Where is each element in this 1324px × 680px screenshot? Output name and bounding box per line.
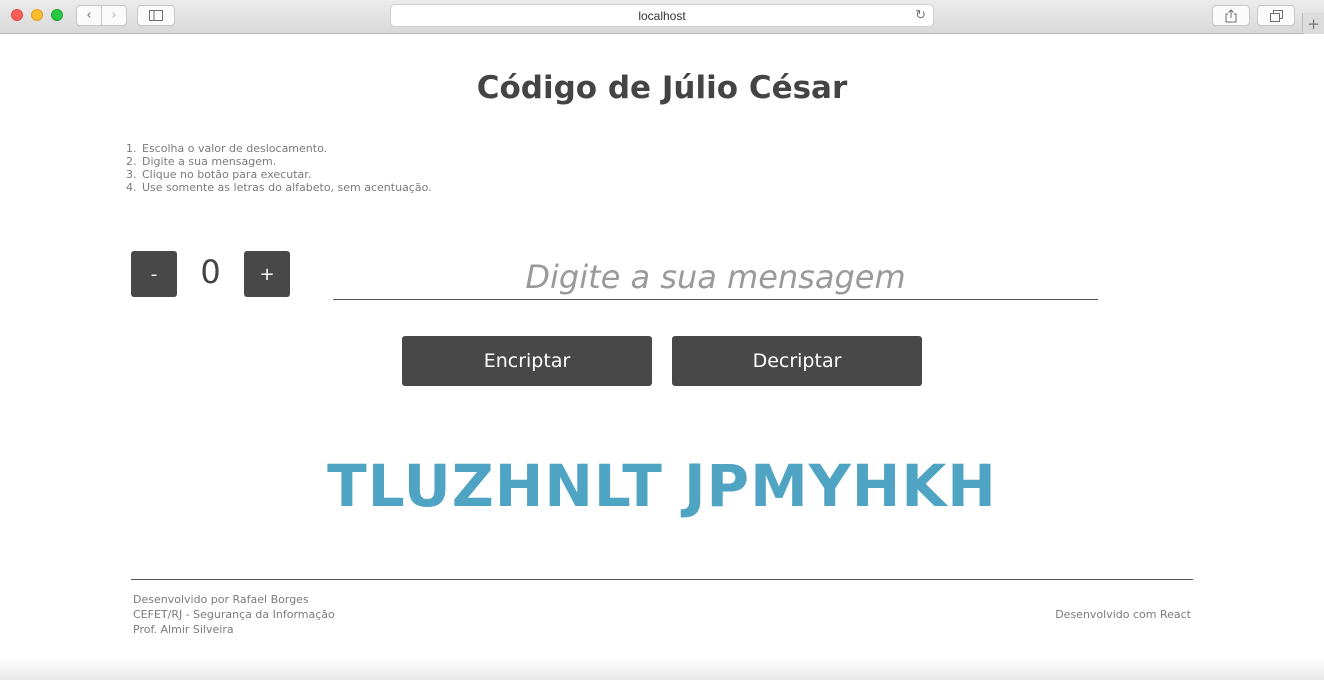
url-text: localhost [638,8,686,23]
share-icon [1225,8,1237,22]
sidebar-toggle-button[interactable] [137,5,175,26]
sidebar-icon [149,10,163,21]
increment-shift-button[interactable]: + [244,251,290,297]
chevron-left-icon: ‹ [86,8,92,23]
footer-tech: Desenvolvido com React [1055,608,1191,621]
share-button[interactable] [1212,5,1250,26]
instruction-item: 4. Use somente as letras do alfabeto, sem… [126,181,432,194]
browser-toolbar: ‹ › localhost ↻ + [0,0,1324,34]
instruction-item: 1. Escolha o valor de deslocamento. [126,142,328,155]
message-input[interactable] [333,254,1098,300]
window-minimize-button[interactable] [31,9,43,21]
shift-value: 0 [200,253,221,291]
instruction-item: 3. Clique no botão para executar. [126,168,312,181]
address-bar[interactable]: localhost ↻ [390,4,934,27]
cipher-result: TLUZHNLT JPMYHKH [327,452,997,520]
footer-credits: Desenvolvido por Rafael Borges CEFET/RJ … [133,592,335,637]
encrypt-button[interactable]: Encriptar [402,336,652,386]
footer-institution: CEFET/RJ - Segurança da Informação [133,608,335,621]
page-title: Código de Júlio César [476,70,848,106]
show-tabs-button[interactable] [1257,5,1295,26]
instructions-list: 1. Escolha o valor de deslocamento. 2. Dig… [126,142,432,194]
decrypt-button[interactable]: Decriptar [672,336,922,386]
forward-button[interactable]: › [101,5,127,26]
back-button[interactable]: ‹ [76,5,102,26]
plus-icon: + [1307,14,1320,33]
footer-author: Desenvolvido por Rafael Borges [133,593,309,606]
footer-professor: Prof. Almir Silveira [133,623,234,636]
decrement-shift-button[interactable]: - [131,251,177,297]
window-close-button[interactable] [11,9,23,21]
tabs-icon [1269,9,1283,22]
instruction-item: 2. Digite a sua mensagem. [126,155,277,168]
chevron-right-icon: › [111,8,117,23]
footer-divider [131,579,1193,580]
bottom-shade [0,658,1324,680]
new-tab-button[interactable]: + [1302,13,1324,34]
reload-icon[interactable]: ↻ [915,7,926,23]
window-maximize-button[interactable] [51,9,63,21]
